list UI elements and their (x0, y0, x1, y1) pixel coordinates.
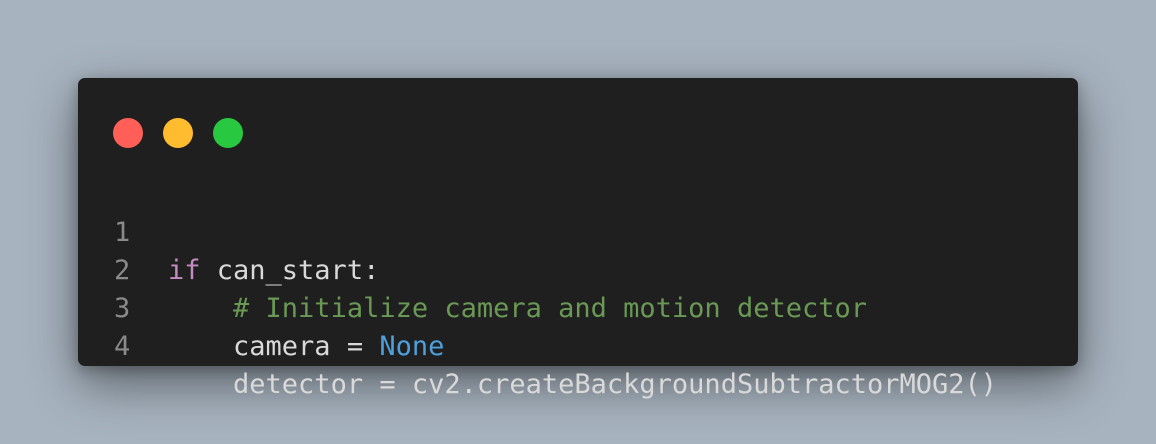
line-number: 4 (114, 331, 131, 362)
maximize-dot-icon[interactable] (213, 118, 243, 148)
code-line: 1 if can_start: (78, 176, 1078, 286)
code-text: detector = cv2.createBackgroundSubtracto… (168, 366, 997, 404)
code-text: camera = None (168, 328, 444, 366)
close-dot-icon[interactable] (113, 118, 143, 148)
code-window: 1 if can_start: 2 # Initialize camera an… (78, 78, 1078, 400)
code-token: camera = (233, 331, 380, 362)
code-token: detector = cv2.createBackgroundSubtracto… (233, 369, 998, 400)
minimize-dot-icon[interactable] (163, 118, 193, 148)
code-line: 4 detector = cv2.createBackgroundSubtrac… (78, 290, 1078, 400)
code-line: 3 camera = None (78, 252, 1078, 362)
constant-token: None (379, 331, 445, 362)
code-block: 1 if can_start: 2 # Initialize camera an… (78, 176, 1078, 400)
code-line: 2 # Initialize camera and motion detecto… (78, 214, 1078, 324)
